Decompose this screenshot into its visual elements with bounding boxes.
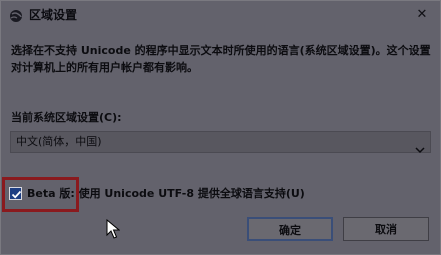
- description-text: 选择在不支持 Unicode 的程序中显示文本时所使用的语言(系统区域设置)。这…: [11, 44, 431, 74]
- region-settings-dialog: 区域设置 ✕ 选择在不支持 Unicode 的程序中显示文本时所使用的语言(系统…: [0, 0, 441, 255]
- close-icon[interactable]: ✕: [414, 7, 430, 23]
- annotation-highlight-box: [2, 177, 79, 212]
- globe-icon: [9, 8, 23, 22]
- locale-select-value: 中文(简体，中国): [16, 135, 102, 148]
- ok-button[interactable]: 确定: [247, 217, 333, 241]
- cancel-button[interactable]: 取消: [343, 217, 429, 241]
- title-bar[interactable]: 区域设置 ✕: [1, 1, 440, 29]
- current-locale-label: 当前系统区域设置(C):: [11, 111, 122, 124]
- locale-select[interactable]: 中文(简体，中国): [10, 131, 431, 154]
- mouse-pointer-icon: [106, 218, 121, 239]
- chevron-down-icon: [415, 139, 425, 154]
- window-title: 区域设置: [29, 8, 78, 22]
